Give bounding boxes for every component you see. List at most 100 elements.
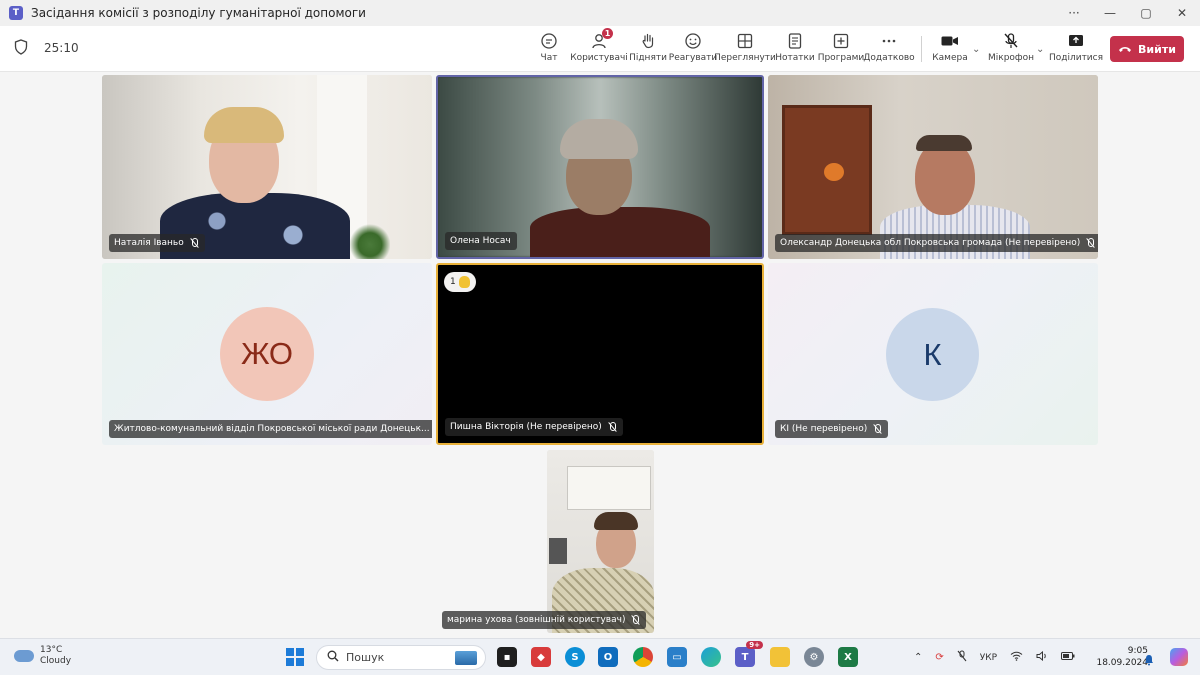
teams-notification-badge: 9+ [746, 641, 763, 649]
camera-icon [939, 30, 961, 52]
minimize-button[interactable]: — [1092, 6, 1128, 20]
participant-figure [530, 207, 710, 257]
mic-off-icon [873, 424, 882, 434]
search-highlight-icon [455, 650, 477, 665]
search-icon [327, 650, 339, 665]
view-button[interactable]: Переглянути [714, 30, 776, 70]
chevron-up-icon[interactable]: ⌃ [914, 652, 922, 663]
participant-tile-hand-raised[interactable]: 1 Пишна Вікторія (Не перевірено) [436, 263, 764, 445]
people-button[interactable]: 1 Користувачі [570, 28, 628, 70]
camera-options-chevron-icon[interactable]: ⌄ [972, 44, 980, 55]
participant-name: Олена Носач [450, 236, 511, 246]
clock-time: 9:05 [1127, 646, 1148, 656]
notes-button[interactable]: Нотатки [775, 30, 815, 70]
notes-icon [784, 30, 806, 52]
react-icon [682, 30, 704, 52]
mic-off-icon [190, 238, 199, 248]
participant-tile[interactable]: К КІ (Не перевірено) [768, 263, 1098, 445]
participant-name-chip: Олександр Донецька обл Покровська громад… [775, 234, 1098, 252]
camera-label: Камера [932, 53, 968, 63]
raised-hand-indicator: 1 [444, 272, 476, 292]
participant-name: Житлово-комунальний відділ Покровської м… [114, 424, 430, 434]
hang-up-icon [1118, 43, 1132, 56]
participant-tile[interactable] [547, 450, 654, 633]
microphone-options-chevron-icon[interactable]: ⌄ [1036, 44, 1044, 55]
copilot-icon[interactable] [1170, 648, 1188, 666]
participant-name: Пишна Вікторія (Не перевірено) [450, 422, 602, 432]
leave-button[interactable]: Вийти [1110, 36, 1184, 62]
file-explorer-icon[interactable] [770, 647, 790, 667]
microphone-button[interactable]: Мікрофон [988, 30, 1035, 70]
excel-icon[interactable]: X [838, 647, 858, 667]
participant-name: Олександр Донецька обл Покровська громад… [780, 238, 1081, 248]
share-icon [1065, 30, 1087, 52]
more-button[interactable]: Додатково [863, 30, 915, 70]
task-view-icon[interactable]: ▪ [497, 647, 517, 667]
participant-name-chip: Олена Носач [445, 232, 517, 250]
raise-hand-icon [637, 30, 659, 52]
microphone-label: Мікрофон [988, 53, 1035, 63]
weather-description: Cloudy [40, 656, 72, 666]
participant-tile[interactable]: Олександр Донецька обл Покровська громад… [768, 75, 1098, 259]
camera-button[interactable]: Камера [932, 30, 968, 70]
clock-date: 18.09.2024 [1096, 658, 1148, 668]
sync-icon[interactable]: ⟳ [935, 652, 943, 663]
view-icon [734, 30, 756, 52]
weather-widget[interactable]: 13°C Cloudy [14, 645, 71, 667]
participant-avatar: ЖО [220, 307, 314, 401]
shield-icon[interactable] [14, 39, 30, 57]
start-button[interactable] [286, 648, 304, 666]
raise-hand-label: Підняти [629, 53, 667, 63]
more-icon [878, 30, 900, 52]
people-label: Користувачі [570, 53, 628, 63]
apps-icon [830, 30, 852, 52]
chat-button[interactable]: Чат [536, 30, 562, 70]
share-button[interactable]: Поділитися [1049, 30, 1103, 70]
participant-tile-active-speaker[interactable]: Олена Носач [436, 75, 764, 259]
raised-hand-icon [458, 276, 470, 288]
settings-icon[interactable]: ⚙ [804, 647, 824, 667]
teams-app-icon: T [9, 6, 23, 20]
toolbar-divider [921, 36, 922, 62]
chat-label: Чат [540, 53, 558, 63]
people-count-badge: 1 [602, 28, 613, 39]
view-label: Переглянути [714, 53, 776, 63]
raised-hand-count: 1 [450, 277, 456, 287]
search-placeholder: Пошук [346, 651, 385, 664]
title-bar: T Засідання комісії з розподілу гуманіта… [0, 0, 1200, 26]
notification-bell-icon[interactable] [1143, 651, 1155, 666]
participant-name: КІ (Не перевірено) [780, 424, 868, 434]
participant-tile[interactable]: Наталія Іваньо [102, 75, 432, 259]
remote-desktop-icon[interactable]: ▭ [667, 647, 687, 667]
anydesk-icon[interactable]: ◆ [531, 647, 551, 667]
apps-button[interactable]: Програми [818, 30, 864, 70]
cloud-icon [14, 650, 34, 662]
more-label: Додатково [863, 53, 915, 63]
mic-off-icon [1086, 238, 1095, 248]
participant-name: марина ухова (зовнішній користувач) [447, 615, 626, 625]
volume-icon[interactable] [1036, 650, 1048, 664]
meeting-toolbar: 25:10 Чат 1 Користувачі Підняти Реагуват… [0, 26, 1200, 72]
taskbar-search[interactable]: Пошук [316, 645, 486, 670]
participant-name: Наталія Іваньо [114, 238, 184, 248]
react-button[interactable]: Реагувати [668, 30, 718, 70]
whiteboard [567, 466, 651, 510]
more-options-icon[interactable]: ··· [1056, 6, 1092, 20]
battery-icon[interactable] [1061, 652, 1075, 663]
close-button[interactable]: ✕ [1164, 6, 1200, 20]
edge-icon[interactable] [701, 647, 721, 667]
leave-label: Вийти [1138, 42, 1176, 56]
mic-muted-tray-icon[interactable] [957, 650, 967, 665]
react-label: Реагувати [668, 53, 718, 63]
maximize-button[interactable]: ▢ [1128, 6, 1164, 20]
language-indicator[interactable]: УКР [980, 653, 997, 663]
wifi-icon[interactable] [1010, 651, 1023, 664]
participant-hair [560, 119, 638, 159]
system-clock[interactable]: 9:05 18.09.2024 [1096, 645, 1148, 669]
teams-taskbar-icon[interactable]: T 9+ [735, 641, 763, 667]
raise-hand-button[interactable]: Підняти [629, 30, 667, 70]
participant-tile[interactable]: ЖО Житлово-комунальний відділ Покровсько… [102, 263, 432, 445]
outlook-icon[interactable]: O [598, 647, 618, 667]
chrome-icon[interactable] [633, 647, 653, 667]
skype-icon[interactable]: S [565, 647, 585, 667]
